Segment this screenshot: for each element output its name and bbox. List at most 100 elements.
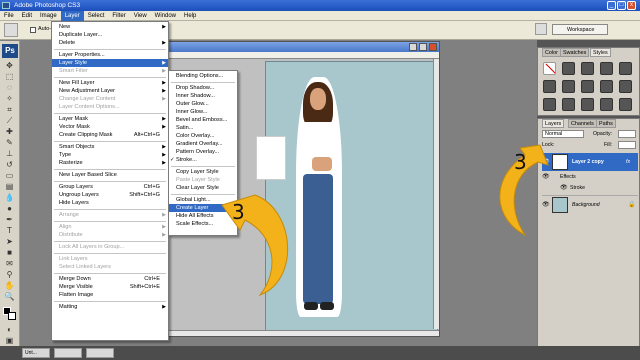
menu-item-layer-properties[interactable]: Layer Properties...: [52, 51, 168, 59]
lasso-tool-icon[interactable]: ◌: [3, 83, 16, 93]
clone-stamp-icon[interactable]: ⊥: [3, 149, 16, 159]
menu-item-new[interactable]: New ▶: [52, 23, 168, 31]
menu-image[interactable]: Image: [36, 11, 61, 21]
menu-item-blending-options[interactable]: Blending Options...: [169, 72, 237, 80]
close-button[interactable]: x: [627, 1, 636, 10]
menu-item-satin[interactable]: Satin...: [169, 124, 237, 132]
style-swatch[interactable]: [600, 62, 613, 75]
brush-tool-icon[interactable]: ✎: [3, 138, 16, 148]
eraser-tool-icon[interactable]: ▭: [3, 171, 16, 181]
menu-item-inner-glow[interactable]: Inner Glow...: [169, 108, 237, 116]
style-swatch[interactable]: [619, 80, 632, 93]
magic-wand-icon[interactable]: ✧: [3, 94, 16, 104]
visibility-eye-icon[interactable]: 👁: [560, 184, 568, 191]
doc-close-button[interactable]: [429, 43, 437, 51]
menu-help[interactable]: Help: [180, 11, 200, 21]
marquee-tool-icon[interactable]: ⬚: [3, 72, 16, 82]
menu-item-layer-style[interactable]: Layer Style ▶: [52, 59, 168, 67]
menu-item-copy-layer-style[interactable]: Copy Layer Style: [169, 168, 237, 176]
menu-item-create-clipping-mask[interactable]: Create Clipping Mask Alt+Ctrl+G: [52, 131, 168, 139]
zoom-tool-icon[interactable]: 🔍: [3, 292, 16, 302]
menu-select[interactable]: Select: [84, 11, 109, 21]
tab-swatches[interactable]: Swatches: [560, 48, 590, 57]
shape-tool-icon[interactable]: ■: [3, 248, 16, 258]
notes-tool-icon[interactable]: ✉: [3, 259, 16, 269]
tab-paths[interactable]: Paths: [596, 119, 616, 128]
style-swatch[interactable]: [581, 98, 594, 111]
menu-item-vector-mask[interactable]: Vector Mask ▶: [52, 123, 168, 131]
menu-item-ungroup-layers[interactable]: Ungroup Layers Shift+Ctrl+G: [52, 191, 168, 199]
minimize-button[interactable]: _: [607, 1, 616, 10]
background-color-swatch[interactable]: [8, 312, 16, 320]
style-swatch[interactable]: [600, 98, 613, 111]
style-swatch[interactable]: [619, 62, 632, 75]
menu-item-delete[interactable]: Delete ▶: [52, 39, 168, 47]
slice-tool-icon[interactable]: ⟋: [3, 116, 16, 126]
tab-styles[interactable]: Styles: [590, 48, 611, 57]
taskbar-doc-button-3[interactable]: [86, 348, 114, 358]
style-swatch[interactable]: [543, 80, 556, 93]
workspace-button[interactable]: Workspace: [552, 24, 608, 35]
menu-item-new-fill-layer[interactable]: New Fill Layer ▶: [52, 79, 168, 87]
layer-row-background[interactable]: 👁 Background 🔒: [542, 195, 638, 213]
doc-maximize-button[interactable]: [419, 43, 427, 51]
tab-color[interactable]: Color: [542, 48, 561, 57]
menu-window[interactable]: Window: [151, 11, 180, 21]
menu-filter[interactable]: Filter: [108, 11, 129, 21]
taskbar-doc-button[interactable]: Unt...: [22, 348, 50, 358]
menu-item-layer-mask[interactable]: Layer Mask ▶: [52, 115, 168, 123]
style-swatch[interactable]: [619, 98, 632, 111]
menu-item-drop-shadow[interactable]: Drop Shadow...: [169, 84, 237, 92]
doc-vertical-scrollbar[interactable]: [433, 59, 439, 329]
auto-select-checkbox[interactable]: [30, 27, 36, 33]
screen-mode-icon[interactable]: ▣: [3, 336, 16, 346]
style-swatch-none[interactable]: [543, 62, 556, 75]
pen-tool-icon[interactable]: ✒: [3, 215, 16, 225]
menu-item-inner-shadow[interactable]: Inner Shadow...: [169, 92, 237, 100]
menu-file[interactable]: File: [0, 11, 18, 21]
taskbar-doc-button-2[interactable]: [54, 348, 82, 358]
style-swatch[interactable]: [562, 62, 575, 75]
tab-layers[interactable]: Layers: [542, 119, 565, 128]
menu-item-color-overlay[interactable]: Color Overlay...: [169, 132, 237, 140]
healing-brush-icon[interactable]: ✚: [3, 127, 16, 137]
move-tool-preset-icon[interactable]: [4, 23, 18, 37]
menu-item-merge-down[interactable]: Merge Down Ctrl+E: [52, 275, 168, 283]
history-brush-icon[interactable]: ↺: [3, 160, 16, 170]
style-swatch[interactable]: [600, 80, 613, 93]
hand-tool-icon[interactable]: ✋: [3, 281, 16, 291]
dodge-tool-icon[interactable]: ●: [3, 204, 16, 214]
menu-item-hide-layers[interactable]: Hide Layers: [52, 199, 168, 207]
menu-item-pattern-overlay[interactable]: Pattern Overlay...: [169, 148, 237, 156]
maximize-button[interactable]: □: [617, 1, 626, 10]
type-tool-icon[interactable]: T: [3, 226, 16, 236]
menu-item-bevel-emboss[interactable]: Bevel and Emboss...: [169, 116, 237, 124]
menu-item-rasterize[interactable]: Rasterize ▶: [52, 159, 168, 167]
menu-item-type[interactable]: Type ▶: [52, 151, 168, 159]
opacity-field[interactable]: [618, 130, 636, 138]
path-select-icon[interactable]: ➤: [3, 237, 16, 247]
layer-row-layer-2-copy[interactable]: 👁 Layer 2 copy fx: [542, 153, 638, 171]
quick-mask-icon[interactable]: ◐: [3, 325, 16, 335]
style-swatch[interactable]: [543, 98, 556, 111]
blend-mode-select[interactable]: Normal: [542, 130, 584, 138]
menu-item-stroke[interactable]: ✓ Stroke...: [169, 156, 237, 164]
style-swatch[interactable]: [562, 98, 575, 111]
menu-item-duplicate-layer[interactable]: Duplicate Layer...: [52, 31, 168, 39]
menu-view[interactable]: View: [130, 11, 151, 21]
style-swatch[interactable]: [562, 80, 575, 93]
bridge-icon[interactable]: [535, 23, 547, 35]
menu-item-smart-objects[interactable]: Smart Objects ▶: [52, 143, 168, 151]
layer-effects-row[interactable]: 👁 Effects: [542, 172, 638, 182]
move-tool-icon[interactable]: ✥: [3, 61, 16, 71]
menu-item-new-layer-based-slice[interactable]: New Layer Based Slice: [52, 171, 168, 179]
blur-tool-icon[interactable]: 💧: [3, 193, 16, 203]
style-swatch[interactable]: [581, 80, 594, 93]
style-swatch[interactable]: [581, 62, 594, 75]
menu-item-new-adjustment-layer[interactable]: New Adjustment Layer ▶: [52, 87, 168, 95]
menu-item-gradient-overlay[interactable]: Gradient Overlay...: [169, 140, 237, 148]
tab-channels[interactable]: Channels: [568, 119, 597, 128]
menu-item-merge-visible[interactable]: Merge Visible Shift+Ctrl+E: [52, 283, 168, 291]
eyedropper-icon[interactable]: ⚲: [3, 270, 16, 280]
menu-item-matting[interactable]: Matting ▶: [52, 303, 168, 311]
